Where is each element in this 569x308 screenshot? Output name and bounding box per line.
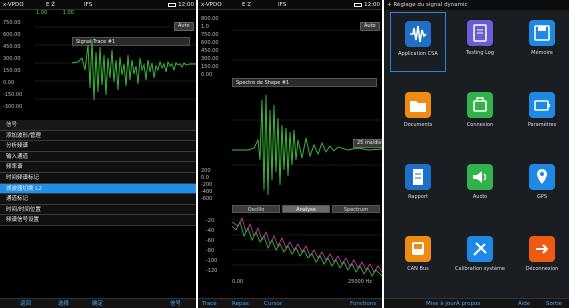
connect-icon [467,92,493,118]
tab-analyse[interactable]: Analyse [282,205,330,213]
menu-item[interactable]: 添加波形/管理 [0,130,196,142]
app-label: Paramètres [527,122,557,128]
menu-item[interactable]: 滤波器切换 L2 [0,183,196,195]
map-pin-icon [529,164,555,190]
app-label: Mémoire [531,50,553,56]
spectrum-tick: -60 [206,238,215,244]
softkey-3[interactable]: Aide [518,299,530,308]
waveform-plot [231,29,382,277]
menu-item[interactable]: 通道标记 [0,194,196,205]
softkey-4[interactable]: Fonctions [350,299,376,308]
oscilloscope-menu-screen: x-VPDO E Z IFS 12:00 1.00 1.00 750.00 600… [0,0,196,308]
analysis-tabs: Oscillo Analyse Spectrum [232,205,380,213]
softkey-1[interactable]: Trace [202,299,217,308]
menu-item[interactable]: 输入通道 [0,151,196,163]
menu-item[interactable]: 频率谱 [0,162,196,173]
app-tile[interactable]: Testing Log [452,12,508,72]
softkey-1[interactable]: Mise à jour [426,299,456,308]
app-tile[interactable]: Application CSA [390,12,446,72]
waveform-plot [34,26,196,101]
spectrum-analysis-screen: x-VPDO E Z IFS 12:00 Auto 800.00 1.0 750.0… [198,0,382,308]
app-tile[interactable]: Calibration système [452,228,508,288]
document-icon [405,164,431,190]
app-tile[interactable]: CAN Bus [390,228,446,288]
bottom-bar: Trace Repas Cursor Fonctions [198,298,382,308]
spectrum-tick: -100 [206,258,218,264]
app-tile[interactable]: GPS [514,156,569,216]
app-label: CAN Bus [407,266,429,272]
app-label: Connexion [466,122,494,128]
tab-spectrum[interactable]: Spectrum [332,205,380,213]
menu-item[interactable]: 时间/时间位置 [0,204,196,216]
menu-item[interactable]: 时间频谱标记 [0,172,196,184]
bus-icon [405,236,431,262]
x-axis-start: 0.00 [232,279,244,285]
app-label: Déconnexion [525,266,559,272]
tools-icon [467,236,493,262]
spectrum-tick: -120 [206,268,218,274]
app-label: Testing Log [465,50,495,56]
waveform-icon [405,21,431,47]
softkey-2[interactable]: Repas [232,299,249,308]
battery-icon [529,92,555,118]
tab-oscillo[interactable]: Oscillo [232,205,280,213]
app-tile[interactable]: Connexion [452,84,508,144]
softkey-1[interactable]: 返回 [20,299,31,308]
spectrum-tick: -80 [206,248,215,254]
menu-item[interactable]: 分析频谱 [0,141,196,152]
bottom-bar: Mise à jour À propos Aide Sortie [384,298,569,308]
spectrum-tick: -40 [206,228,215,234]
clipboard-icon [467,20,493,46]
function-menu: 信号 添加波形/管理 分析频谱 输入通道 频率谱 时间频谱标记 滤波器切换 L2 通道标记时… [0,120,196,226]
speaker-icon [467,164,493,190]
app-tile[interactable]: Rapport [390,156,446,216]
logout-icon [529,236,555,262]
softkey-3[interactable]: 确定 [92,299,103,308]
app-label: Application CSA [398,51,438,57]
softkey-2[interactable]: À propos [456,299,480,308]
menu-item[interactable]: 频谱信号设置 [0,215,196,226]
softkey-3[interactable]: Cursor [264,299,282,308]
app-label: Audio [472,194,488,200]
app-tile[interactable]: Déconnexion [514,228,569,288]
bottom-bar: 返回 选择 确定 信号 [0,298,196,308]
x-axis-end: 25000 Hz [348,279,372,285]
app-tile[interactable]: Audio [452,156,508,216]
app-label: Rapport [408,194,428,200]
folder-icon [405,92,431,118]
app-launcher-screen: + Réglage du signal dynamic Application … [384,0,569,308]
app-tile[interactable]: Mémoire [514,12,569,72]
app-label: Documents [403,122,433,128]
app-tile[interactable]: Documents [390,84,446,144]
softkey-2[interactable]: 选择 [58,299,69,308]
softkey-4[interactable]: Sortie [546,299,562,308]
softkey-4[interactable]: 信号 [170,299,181,308]
launcher-header: + Réglage du signal dynamic [384,0,569,10]
save-icon [529,20,555,46]
menu-header: 信号 [0,120,196,131]
app-tile[interactable]: Paramètres [514,84,569,144]
spectrum-tick: -20 [206,218,215,224]
app-label: GPS [536,194,548,200]
app-label: Calibration système [455,266,505,272]
